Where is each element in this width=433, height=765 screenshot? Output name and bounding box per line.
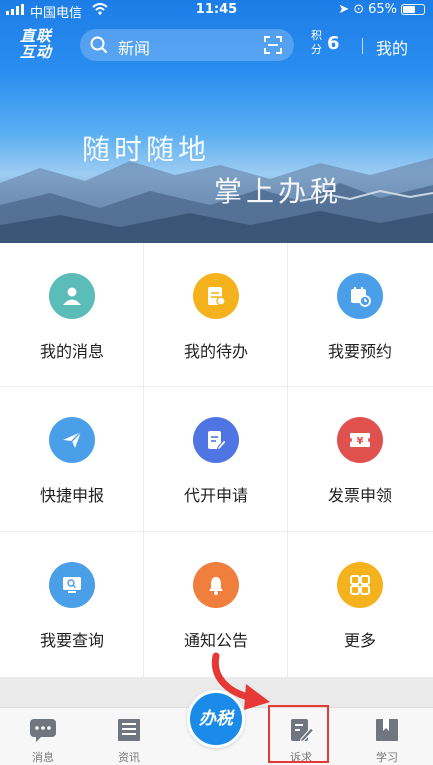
service-icon-bg — [49, 273, 95, 319]
scan-icon[interactable] — [264, 36, 282, 54]
points-label: 积分 — [311, 29, 322, 56]
service-icon-bg: ¥ — [337, 417, 383, 463]
service-label: 我要预约 — [327, 342, 392, 361]
red-arrow-annotation — [211, 652, 270, 710]
service-icon-bg — [49, 562, 95, 608]
tab-study[interactable]: 学习 — [344, 708, 430, 765]
service-more[interactable]: 更多 — [288, 532, 432, 676]
monitor-search-icon — [63, 577, 81, 593]
battery-percent: 65% — [368, 2, 397, 17]
search-icon — [90, 36, 108, 54]
grid-icon — [350, 575, 370, 595]
user-icon — [63, 287, 81, 305]
banner-slogan-line1: 随时随地 — [82, 133, 211, 166]
service-label: 我要查询 — [39, 631, 104, 650]
highlight-box-annotation — [268, 705, 329, 763]
app-logo[interactable]: 直联 互动 — [20, 28, 52, 60]
bookmark-book-icon — [376, 719, 398, 741]
newspaper-icon — [118, 719, 140, 741]
service-invoice-issue[interactable]: 代开申请 — [144, 387, 288, 531]
logo-line1: 直联 — [20, 27, 53, 45]
service-label: 发票申领 — [327, 486, 392, 505]
header-divider — [362, 38, 363, 54]
service-label: 快捷申报 — [39, 486, 104, 505]
status-right: ➤ ⊙ 65% — [338, 2, 425, 17]
location-icon: ➤ — [338, 2, 350, 17]
service-icon-bg — [337, 562, 383, 608]
service-my-todos[interactable]: 我的待办 — [144, 243, 288, 387]
top-bar: 直联 互动 新闻 积分 6 我的 — [0, 26, 433, 66]
search-placeholder: 新闻 — [118, 39, 151, 58]
search-bar[interactable]: 新闻 — [80, 29, 294, 61]
service-invoice-apply[interactable]: ¥ 发票申领 — [288, 387, 432, 531]
tab-label: 消息 — [32, 751, 54, 764]
chat-bubble-icon — [30, 719, 56, 742]
points-value: 6 — [327, 32, 340, 54]
points-display[interactable]: 积分 6 — [311, 29, 340, 57]
app-screen: 中国电信 11:45 ➤ ⊙ 65% 直联 互动 新闻 积分 6 我的 随时随地… — [0, 0, 433, 765]
service-label: 代开申请 — [183, 486, 248, 505]
service-icon-bg — [193, 562, 239, 608]
service-query[interactable]: 我要查询 — [0, 532, 144, 676]
svg-text:¥: ¥ — [357, 436, 364, 447]
tab-label: 学习 — [376, 751, 398, 764]
tab-news[interactable]: 资讯 — [86, 708, 172, 765]
battery-icon — [401, 4, 425, 15]
service-label: 我的待办 — [183, 342, 248, 361]
rotation-lock-icon: ⊙ — [353, 2, 365, 17]
edit-doc-icon — [208, 431, 227, 451]
service-appointment[interactable]: 我要预约 — [288, 243, 432, 387]
logo-line2: 互动 — [20, 43, 53, 61]
tab-messages[interactable]: 消息 — [0, 708, 86, 765]
tab-label: 资讯 — [118, 751, 140, 764]
header-banner: 中国电信 11:45 ➤ ⊙ 65% 直联 互动 新闻 积分 6 我的 随时随地… — [0, 0, 433, 243]
service-icon-bg — [49, 417, 95, 463]
status-bar: 中国电信 11:45 ➤ ⊙ 65% — [0, 0, 433, 21]
service-icon-bg — [193, 273, 239, 319]
service-icon-bg — [193, 417, 239, 463]
bell-icon — [209, 577, 223, 595]
ticket-icon: ¥ — [350, 433, 370, 447]
service-grid: 我的消息 我的待办 我要预约 快捷申报 代开申请 ¥ 发票申领 我要查询 通知公… — [0, 243, 433, 677]
service-my-messages[interactable]: 我的消息 — [0, 243, 144, 387]
paper-plane-icon — [63, 431, 82, 448]
service-icon-bg — [337, 273, 383, 319]
my-account-link[interactable]: 我的 — [376, 35, 408, 59]
service-label: 更多 — [343, 631, 376, 650]
banner-slogan-line2: 掌上办税 — [214, 175, 343, 208]
battery-fill — [403, 6, 415, 13]
document-icon — [208, 287, 226, 306]
service-label: 我的消息 — [39, 342, 104, 361]
service-quick-declare[interactable]: 快捷申报 — [0, 387, 144, 531]
calendar-clock-icon — [351, 287, 371, 307]
